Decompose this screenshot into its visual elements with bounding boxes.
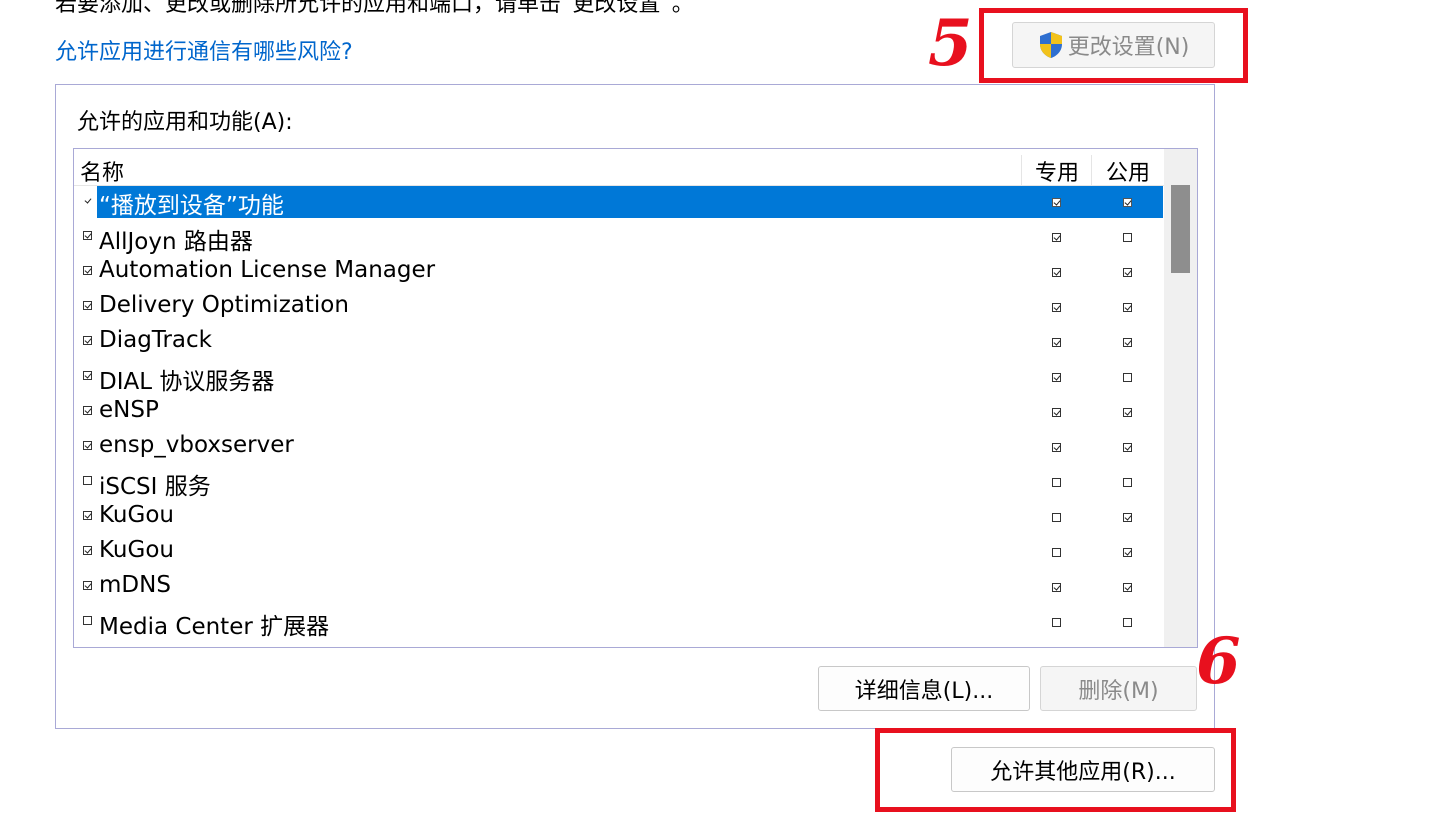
- row-private-checkbox[interactable]: [1052, 268, 1061, 277]
- list-row[interactable]: iSCSI 服务: [74, 465, 1164, 500]
- row-app-name: KuGou: [99, 537, 174, 563]
- list-row[interactable]: Delivery Optimization: [74, 290, 1164, 325]
- row-app-name: KuGou: [99, 502, 174, 528]
- row-enabled-checkbox[interactable]: [83, 301, 92, 310]
- list-row[interactable]: mDNS: [74, 570, 1164, 605]
- row-private-checkbox[interactable]: [1052, 583, 1061, 592]
- scrollbar-thumb[interactable]: [1171, 185, 1190, 273]
- list-row[interactable]: “播放到设备”功能: [74, 185, 1164, 220]
- row-public-checkbox[interactable]: [1123, 338, 1132, 347]
- delete-button[interactable]: 删除(M): [1040, 666, 1197, 711]
- row-app-name: DiagTrack: [99, 327, 212, 353]
- row-private-checkbox[interactable]: [1052, 373, 1061, 382]
- row-public-checkbox[interactable]: [1123, 478, 1132, 487]
- vertical-scrollbar[interactable]: [1164, 149, 1197, 647]
- annotation-box-change-settings: [979, 8, 1248, 83]
- row-app-name: “播放到设备”功能: [97, 186, 1163, 219]
- list-rows: “播放到设备”功能 AllJoyn 路由器 Automation License M…: [74, 185, 1164, 640]
- row-public-checkbox[interactable]: [1123, 583, 1132, 592]
- instruction-text: 若要添加、更改或删除所允许的应用和端口，请单击“更改设置”。: [55, 0, 694, 17]
- list-row[interactable]: AllJoyn 路由器: [74, 220, 1164, 255]
- row-app-name: mDNS: [99, 572, 171, 598]
- row-private-checkbox[interactable]: [1052, 443, 1061, 452]
- allowed-apps-list[interactable]: 名称 专用 公用 “播放到设备”功能 AllJoyn 路由器 Automation …: [73, 148, 1198, 648]
- annotation-number-5: 5: [928, 6, 973, 81]
- list-row[interactable]: eNSP: [74, 395, 1164, 430]
- row-private-checkbox[interactable]: [1052, 618, 1061, 627]
- row-enabled-checkbox[interactable]: [83, 511, 92, 520]
- row-private-checkbox[interactable]: [1052, 513, 1061, 522]
- row-enabled-checkbox[interactable]: [83, 616, 92, 625]
- row-public-checkbox[interactable]: [1123, 548, 1132, 557]
- row-enabled-checkbox[interactable]: [83, 196, 92, 205]
- row-app-name: iSCSI 服务: [99, 474, 211, 500]
- row-app-name: eNSP: [99, 397, 159, 423]
- risk-help-link[interactable]: 允许应用进行通信有哪些风险?: [55, 34, 353, 66]
- row-private-checkbox[interactable]: [1052, 233, 1061, 242]
- row-enabled-checkbox[interactable]: [83, 546, 92, 555]
- row-app-name: DIAL 协议服务器: [99, 369, 275, 395]
- list-row[interactable]: Automation License Manager: [74, 255, 1164, 290]
- list-header: 名称 专用 公用: [74, 149, 1164, 187]
- row-app-name: Delivery Optimization: [99, 292, 349, 318]
- row-app-name: AllJoyn 路由器: [99, 229, 253, 255]
- row-public-checkbox[interactable]: [1123, 443, 1132, 452]
- row-private-checkbox[interactable]: [1052, 303, 1061, 312]
- row-app-name: ensp_vboxserver: [99, 432, 294, 458]
- row-public-checkbox[interactable]: [1123, 373, 1132, 382]
- list-row[interactable]: DIAL 协议服务器: [74, 360, 1164, 395]
- row-enabled-checkbox[interactable]: [83, 336, 92, 345]
- list-row[interactable]: Media Center 扩展器: [74, 605, 1164, 640]
- column-header-public[interactable]: 公用: [1091, 155, 1164, 187]
- row-public-checkbox[interactable]: [1123, 198, 1132, 207]
- row-public-checkbox[interactable]: [1123, 408, 1132, 417]
- row-public-checkbox[interactable]: [1123, 513, 1132, 522]
- column-header-private[interactable]: 专用: [1021, 155, 1092, 187]
- annotation-number-6: 6: [1196, 624, 1241, 699]
- row-private-checkbox[interactable]: [1052, 408, 1061, 417]
- allowed-apps-label: 允许的应用和功能(A):: [77, 110, 293, 135]
- details-button[interactable]: 详细信息(L)...: [818, 666, 1030, 711]
- row-private-checkbox[interactable]: [1052, 198, 1061, 207]
- row-enabled-checkbox[interactable]: [83, 406, 92, 415]
- row-enabled-checkbox[interactable]: [83, 476, 92, 485]
- row-private-checkbox[interactable]: [1052, 548, 1061, 557]
- row-public-checkbox[interactable]: [1123, 233, 1132, 242]
- list-row[interactable]: KuGou: [74, 535, 1164, 570]
- list-row[interactable]: KuGou: [74, 500, 1164, 535]
- row-enabled-checkbox[interactable]: [83, 371, 92, 380]
- row-public-checkbox[interactable]: [1123, 268, 1132, 277]
- row-enabled-checkbox[interactable]: [83, 581, 92, 590]
- row-enabled-checkbox[interactable]: [83, 441, 92, 450]
- row-private-checkbox[interactable]: [1052, 338, 1061, 347]
- list-row[interactable]: DiagTrack: [74, 325, 1164, 360]
- allow-other-app-button[interactable]: 允许其他应用(R)...: [951, 747, 1215, 792]
- row-app-name: Automation License Manager: [99, 257, 436, 283]
- row-public-checkbox[interactable]: [1123, 303, 1132, 312]
- row-enabled-checkbox[interactable]: [83, 266, 92, 275]
- row-enabled-checkbox[interactable]: [83, 231, 92, 240]
- row-public-checkbox[interactable]: [1123, 618, 1132, 627]
- row-app-name: Media Center 扩展器: [99, 614, 330, 640]
- list-row[interactable]: ensp_vboxserver: [74, 430, 1164, 465]
- column-header-name[interactable]: 名称: [80, 155, 124, 187]
- row-private-checkbox[interactable]: [1052, 478, 1061, 487]
